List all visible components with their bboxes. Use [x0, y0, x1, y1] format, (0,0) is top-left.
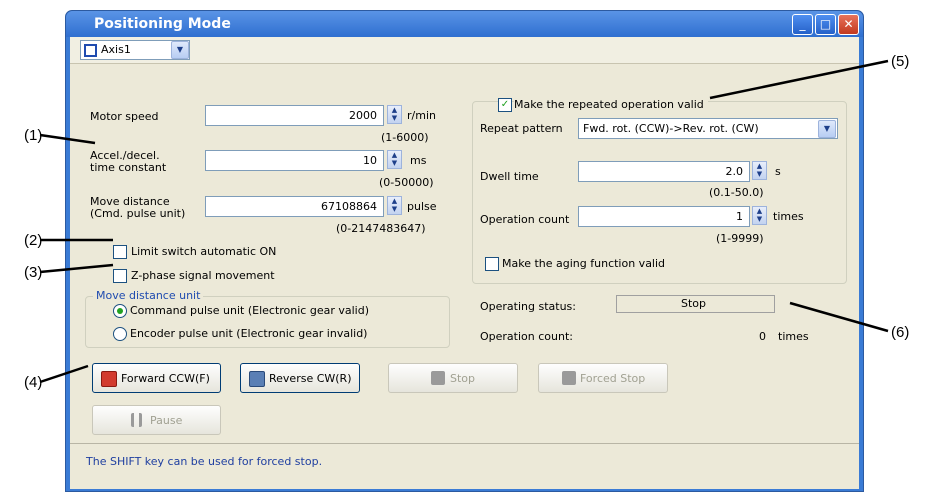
callout-line-5: [709, 59, 889, 100]
callout-line-1: [39, 133, 96, 145]
callout-line-6: [789, 301, 889, 333]
callout-line-3: [39, 263, 114, 274]
callout-line-4: [39, 364, 89, 384]
callout-lines: [39, 59, 889, 384]
